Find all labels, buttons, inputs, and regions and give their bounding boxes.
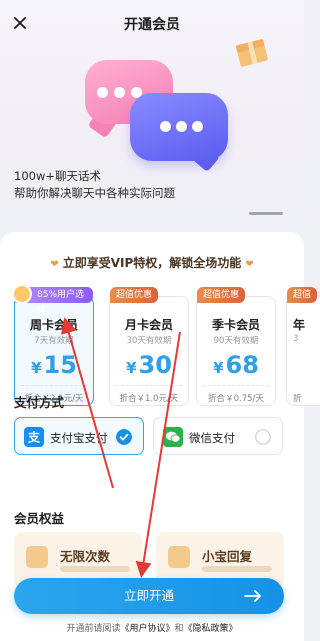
plan-name: 年 [293, 318, 306, 332]
plan-card-monthly[interactable]: 超值优惠 月卡会员 30天有效期 ¥30 折合￥1.0元/天 [109, 287, 189, 406]
benefit-description [60, 566, 130, 572]
heart-icon: ❤ [245, 259, 254, 270]
deal-badge: 超值优惠 [197, 287, 246, 303]
deal-badge: 超值优惠 [110, 287, 159, 303]
plan-validity: 30天有效期 [126, 336, 172, 346]
plan-price: ¥30 [126, 351, 172, 379]
wechat-pay-icon [163, 427, 183, 447]
plan-card-yearly[interactable]: 超值 年 3 折 [286, 287, 320, 406]
plan-unit-price: 折 [293, 394, 302, 404]
benefits-section-title: 会员权益 [14, 511, 65, 526]
promo-banner: ❤ 立即享受VIP特权，解锁全场功能 ❤ [0, 254, 304, 271]
crown-icon [12, 284, 32, 304]
plan-name: 月卡会员 [124, 318, 173, 332]
benefit-title: 无限次数 [60, 549, 111, 564]
payment-section-title: 支付方式 [14, 395, 65, 410]
plan-name: 周卡会员 [29, 318, 78, 332]
privacy-policy-link[interactable]: 《隐私政策》 [184, 624, 238, 634]
hero-subtitle: 帮助你解决聊天中各种实际问题 [14, 186, 175, 200]
plan-unit-price: 折合￥1.0元/天 [119, 394, 179, 404]
plan-price: ¥15 [31, 351, 77, 379]
page-title: 开通会员 [124, 17, 180, 33]
divider [116, 385, 182, 386]
plan-card-quarterly[interactable]: 超值优惠 季卡会员 90天有效期 ¥68 折合￥0.75/天 [196, 287, 276, 406]
plan-validity: 90天有效期 [213, 336, 259, 346]
gift-box-icon [235, 38, 268, 67]
subscribe-button[interactable]: 立即开通 [14, 578, 284, 614]
plan-price: ¥68 [213, 351, 259, 379]
infinity-icon [26, 546, 48, 568]
divider [21, 385, 87, 386]
hero-headline: 100w+聊天话术 [14, 169, 101, 183]
alipay-icon: 支 [24, 427, 44, 447]
carousel-indicator [249, 212, 283, 215]
pay-option-label: 微信支付 [189, 431, 235, 445]
benefit-description [202, 566, 272, 572]
deal-badge: 超值 [287, 287, 318, 303]
heart-icon: ❤ [50, 259, 59, 270]
plan-validity: 3 [293, 334, 299, 344]
divider [203, 385, 269, 386]
radio-unchecked-icon [255, 429, 271, 445]
plan-validity: 7天有效期 [34, 336, 74, 346]
svg-text:支: 支 [27, 430, 41, 445]
promo-text: 立即享受VIP特权，解锁全场功能 [62, 256, 242, 270]
pay-option-alipay[interactable]: 支 支付宝支付 [14, 417, 144, 455]
chat-icon [168, 546, 190, 568]
pay-option-label: 支付宝支付 [50, 431, 108, 445]
agreement-text: 开通前请阅读《用户协议》和《隐私政策》 [66, 624, 238, 634]
plan-card-weekly[interactable]: 85%用户选择 周卡会员 7天有效期 ¥15 折合￥2.1元/天 [12, 284, 94, 406]
user-agreement-link[interactable]: 《用户协议》 [120, 624, 174, 634]
chat-bubble-icon [130, 93, 228, 161]
plan-name: 季卡会员 [211, 318, 260, 332]
membership-panel: ❤ 立即享受VIP特权，解锁全场功能 ❤ 85%用户选择 周卡会员 7天有效期 ¥1… [0, 232, 320, 641]
pay-option-wechat[interactable]: 微信支付 [153, 417, 283, 455]
benefit-title: 小宝回复 [202, 549, 253, 564]
popular-badge: 85%用户选择 [12, 284, 93, 316]
hero-banner: 开通会员 100w+聊天话术 帮助你解决聊天中各种实际问题 [0, 0, 304, 232]
arrow-right-icon [244, 590, 261, 602]
plan-unit-price: 折合￥0.75/天 [208, 394, 264, 404]
checkmark-icon [116, 429, 132, 445]
